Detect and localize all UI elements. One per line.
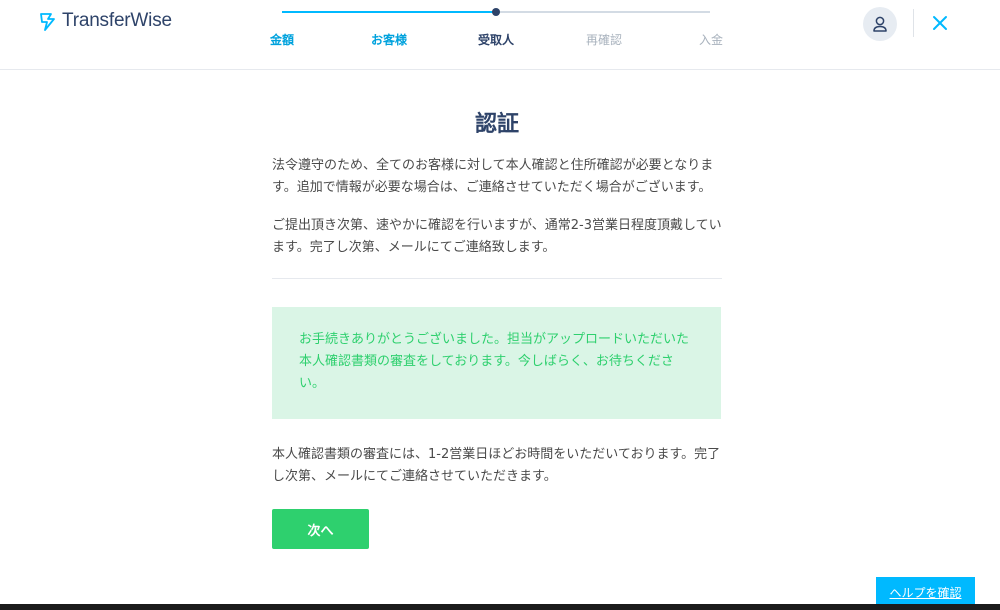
user-icon [873,16,887,32]
success-alert: お手続きありがとうございました。担当がアップロードいただいた本人確認書類の審査を… [272,307,721,419]
header: TransferWise 金額 お客様 受取人 再確認 入金 [0,0,1000,70]
intro-paragraph-2: ご提出頂き次第、速やかに確認を行いますが、通常2-3営業日程度頂戴しています。完… [272,218,722,255]
close-icon [933,16,947,30]
review-note: 本人確認書類の審査には、1-2営業日ほどお時間をいただいております。完了し次第、… [272,447,721,484]
page-title: 認証 [474,112,519,137]
progress-stepper: 金額 お客様 受取人 再確認 入金 [270,0,735,70]
close-button[interactable] [928,11,952,35]
step-amount: 金額 [270,33,295,47]
step-review: 再確認 [586,33,623,47]
progress-track [282,8,710,16]
logo[interactable]: TransferWise [38,8,172,34]
verification-content: 認証 法令遵守のため、全てのお客様に対して本人確認と住所確認が必要となります。追… [272,70,722,549]
step-payment: 入金 [699,33,724,47]
intro-paragraph-1: 法令遵守のため、全てのお客様に対して本人確認と住所確認が必要となります。追加で情… [272,158,714,195]
next-button[interactable]: 次へ [272,509,369,549]
step-recipient: 受取人 [478,33,515,47]
transferwise-logo-icon [40,13,55,31]
logo-text: TransferWise [62,10,172,31]
section-divider [272,278,722,279]
header-divider [913,9,914,37]
bottom-bar [0,604,1000,610]
success-alert-text: お手続きありがとうございました。担当がアップロードいただいた本人確認書類の審査を… [299,332,690,391]
progress-marker [492,8,500,16]
step-customer: お客様 [371,33,408,47]
account-avatar[interactable] [863,7,897,41]
progress-fill [282,11,496,13]
